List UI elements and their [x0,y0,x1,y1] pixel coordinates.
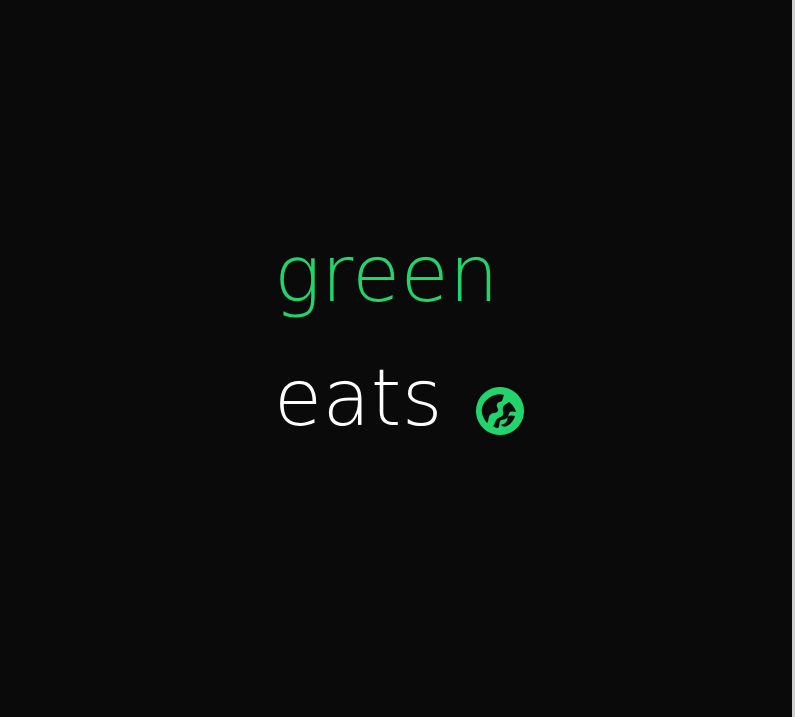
splash-screen: green eats [0,0,795,717]
logo-word-green: green [274,230,500,320]
logo-word-eats: eats [274,354,444,444]
globe-icon [476,387,524,435]
app-logo: green eats [274,236,534,456]
